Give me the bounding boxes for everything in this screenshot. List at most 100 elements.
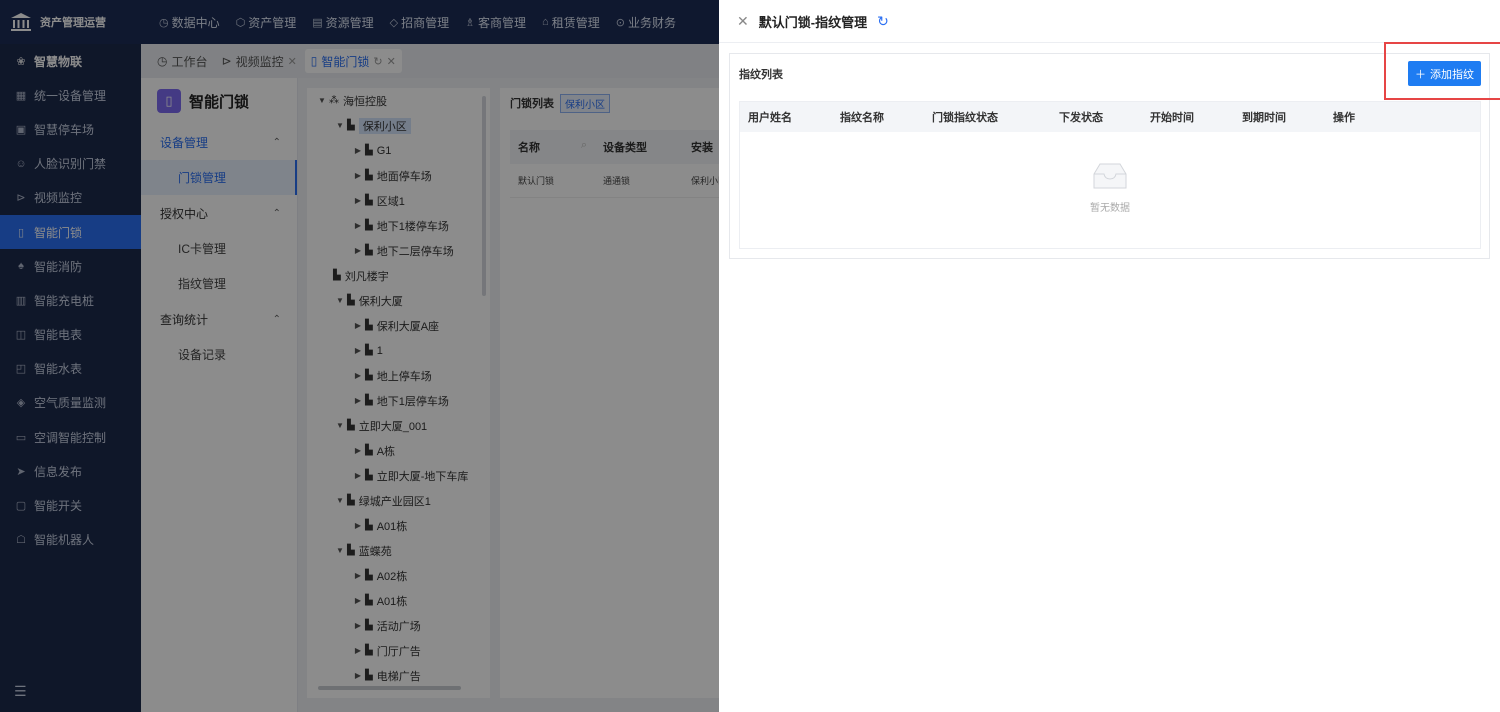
tree-node[interactable]: ▙ 刘凡楼宇: [307, 263, 490, 288]
caret-right-icon[interactable]: ▶: [351, 246, 365, 255]
caret-right-icon[interactable]: ▶: [351, 171, 365, 180]
topnav-customer-management[interactable]: ♗ 客商管理: [457, 0, 534, 44]
tree-node-label: 保利大厦A座: [376, 320, 440, 333]
smart-lock-subnav: ▯ 智能门锁 设备管理 ⌃ 门锁管理 授权中心 ⌃ IC卡管理 指纹管理 查询统计 ⌃…: [141, 78, 298, 712]
sidebar-item-device-management[interactable]: ▦ 统一设备管理: [0, 78, 141, 112]
drawer-title: 默认门锁-指纹管理: [758, 14, 868, 30]
tree-node[interactable]: ▼ ▙ 保利小区: [307, 113, 490, 138]
topnav-finance[interactable]: ⊙ 业务财务: [608, 0, 684, 44]
sidebar-item-charger[interactable]: ▥ 智能充电桩: [0, 283, 141, 317]
tree-node[interactable]: ▶ ▙ 保利大厦A座: [307, 313, 490, 338]
search-icon[interactable]: ⌕: [581, 139, 587, 155]
caret-right-icon[interactable]: ▶: [351, 646, 365, 655]
caret-right-icon[interactable]: ▶: [351, 396, 365, 405]
tab-workbench[interactable]: ◷ 工作台: [151, 49, 214, 73]
add-fingerprint-button[interactable]: ＋ 添加指纹: [1408, 61, 1481, 86]
tree-node[interactable]: ▶ ▙ 区域1: [307, 188, 490, 213]
caret-down-icon[interactable]: ▼: [333, 296, 347, 305]
diamond-icon: ◇: [389, 16, 399, 29]
tree-node[interactable]: ▶ ▙ 门厅广告: [307, 638, 490, 663]
tree-node[interactable]: ▼ ▙ 保利大厦: [307, 288, 490, 313]
caret-down-icon[interactable]: ▼: [315, 96, 329, 105]
menu-collapse-icon[interactable]: ☰: [14, 683, 27, 700]
brand[interactable]: 资产管理运营: [0, 0, 141, 44]
tree-node[interactable]: ▶ ▙ 地下1楼停车场: [307, 213, 490, 238]
sidebar-item-smart-lock[interactable]: ▯ 智能门锁: [0, 214, 141, 250]
tree-node[interactable]: ▶ ▙ 地下1层停车场: [307, 388, 490, 413]
topnav-asset-management[interactable]: ⬡ 资产管理: [228, 0, 305, 44]
sidebar-item-smart-iot[interactable]: ❀ 智慧物联: [0, 44, 141, 78]
topnav-resource-management[interactable]: ▤ 资源管理: [304, 0, 381, 44]
caret-right-icon[interactable]: ▶: [351, 371, 365, 380]
sidebar-item-robot[interactable]: ☖ 智能机器人: [0, 523, 141, 557]
tree-node[interactable]: ▶ ▙ 立即大厦-地下车库: [307, 463, 490, 488]
caret-down-icon[interactable]: ▼: [333, 496, 347, 505]
subnav-item-device-records[interactable]: 设备记录: [141, 337, 297, 372]
caret-right-icon[interactable]: ▶: [351, 671, 365, 680]
topnav-data-center[interactable]: ◷ 数据中心: [151, 0, 228, 44]
caret-right-icon[interactable]: ▶: [351, 446, 365, 455]
tree-node[interactable]: ▶ ▙ 地上停车场: [307, 363, 490, 388]
close-icon[interactable]: ✕: [387, 55, 396, 68]
sidebar-item-fire[interactable]: ♠ 智能消防: [0, 249, 141, 283]
refresh-icon[interactable]: ↻: [373, 55, 382, 68]
caret-right-icon[interactable]: ▶: [351, 196, 365, 205]
building-icon: ▙: [365, 245, 373, 256]
chevron-up-icon: ⌃: [272, 207, 281, 219]
subnav-group-device[interactable]: 设备管理 ⌃: [141, 124, 297, 160]
caret-down-icon[interactable]: ▼: [333, 121, 347, 130]
tree-horizontal-scrollbar[interactable]: [318, 686, 461, 690]
tree-node[interactable]: ▶ ▙ 地面停车场: [307, 163, 490, 188]
chevron-up-icon: ⌃: [272, 313, 281, 325]
caret-right-icon[interactable]: ▶: [351, 146, 365, 155]
topnav-investment-management[interactable]: ◇ 招商管理: [382, 0, 457, 44]
tab-smart-lock[interactable]: ▯ 智能门锁 ↻ ✕: [304, 49, 402, 73]
tree-node[interactable]: ▼ ⁂ 海恒控股: [307, 88, 490, 113]
subnav-item-ic-card[interactable]: IC卡管理: [141, 231, 297, 266]
tab-video-monitor[interactable]: ⊳ 视频监控 ✕: [216, 49, 303, 73]
tree-node[interactable]: ▼ ▙ 绿城产业园区1: [307, 488, 490, 513]
caret-right-icon[interactable]: ▶: [351, 621, 365, 630]
sidebar-item-water-meter[interactable]: ◰ 智能水表: [0, 352, 141, 386]
sidebar-item-video[interactable]: ⊳ 视频监控: [0, 181, 141, 215]
tree-node[interactable]: ▶ ▙ 1: [307, 338, 490, 363]
caret-right-icon[interactable]: ▶: [351, 471, 365, 480]
refresh-icon[interactable]: ↻: [877, 13, 889, 30]
caret-right-icon[interactable]: ▶: [351, 571, 365, 580]
caret-down-icon[interactable]: ▼: [333, 421, 347, 430]
sidebar-item-info-publish[interactable]: ➤ 信息发布: [0, 454, 141, 488]
close-icon[interactable]: ✕: [288, 55, 297, 68]
tree-node[interactable]: ▼ ▙ 立即大厦_001: [307, 413, 490, 438]
caret-right-icon[interactable]: ▶: [351, 346, 365, 355]
tree-node[interactable]: ▶ ▙ 地下二层停车场: [307, 238, 490, 263]
tree-node[interactable]: ▼ ▙ 蓝蝶苑: [307, 538, 490, 563]
caret-right-icon[interactable]: ▶: [351, 321, 365, 330]
table-row[interactable]: 默认门锁 通通锁 保利小区: [510, 164, 719, 198]
tree-node[interactable]: ▶ ▙ A栋: [307, 438, 490, 463]
tree-node[interactable]: ▶ ▙ A02栋: [307, 563, 490, 588]
tree-vertical-scrollbar[interactable]: [482, 96, 486, 296]
tree-node[interactable]: ▶ ▙ G1: [307, 138, 490, 163]
sidebar-item-face-access[interactable]: ☺ 人脸识别门禁: [0, 147, 141, 181]
brand-name: 资产管理运营: [40, 17, 106, 29]
close-icon[interactable]: ✕: [737, 13, 749, 30]
subnav-item-fingerprint[interactable]: 指纹管理: [141, 266, 297, 301]
subnav-group-query[interactable]: 查询统计 ⌃: [141, 301, 297, 337]
tree-node-label: 保利大厦: [358, 295, 403, 308]
sidebar-item-parking[interactable]: ▣ 智慧停车场: [0, 112, 141, 146]
caret-down-icon[interactable]: ▼: [333, 546, 347, 555]
sidebar-item-electric-meter[interactable]: ◫ 智能电表: [0, 318, 141, 352]
caret-right-icon[interactable]: ▶: [351, 221, 365, 230]
sidebar-item-ac-control[interactable]: ▭ 空调智能控制: [0, 420, 141, 454]
sidebar-item-air-quality[interactable]: ◈ 空气质量监测: [0, 386, 141, 420]
sidebar-item-smart-switch[interactable]: ▢ 智能开关: [0, 488, 141, 522]
subnav-item-lock-management[interactable]: 门锁管理: [141, 160, 297, 195]
tree-node[interactable]: ▶ ▙ A01栋: [307, 588, 490, 613]
tree-node[interactable]: ▶ ▙ 电梯广告: [307, 663, 490, 688]
caret-right-icon[interactable]: ▶: [351, 521, 365, 530]
caret-right-icon[interactable]: ▶: [351, 596, 365, 605]
topnav-lease-management[interactable]: ⌂ 租赁管理: [534, 0, 608, 44]
tree-node[interactable]: ▶ ▙ 活动广场: [307, 613, 490, 638]
subnav-group-auth[interactable]: 授权中心 ⌃: [141, 195, 297, 231]
tree-node[interactable]: ▶ ▙ A01栋: [307, 513, 490, 538]
